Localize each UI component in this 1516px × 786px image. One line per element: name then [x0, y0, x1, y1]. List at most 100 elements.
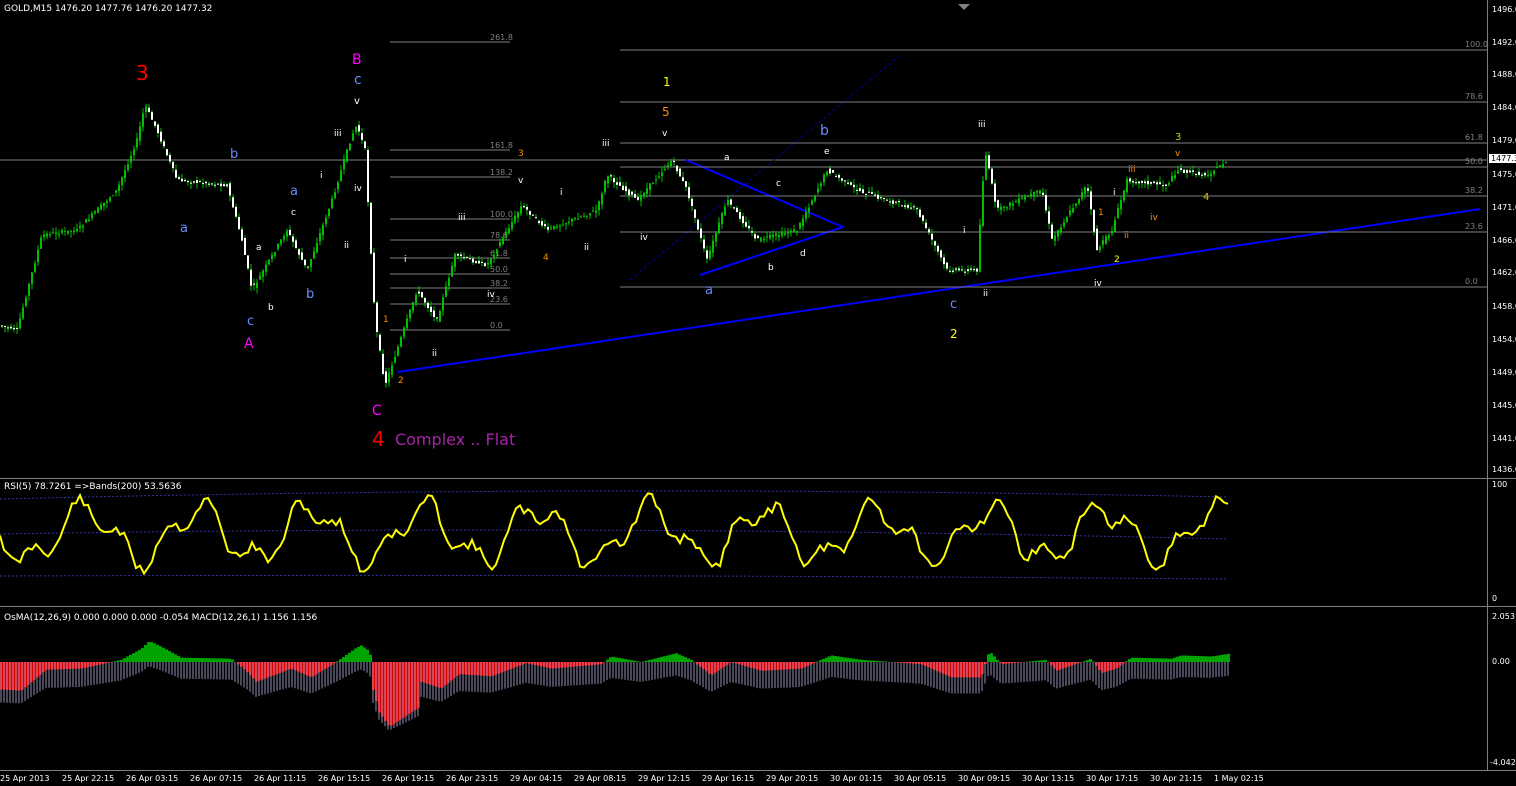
candle-body	[922, 215, 924, 221]
candle-body	[877, 194, 879, 199]
osma-bar	[615, 657, 618, 662]
candle-body	[271, 254, 273, 260]
chart-shift-marker-icon[interactable]	[958, 4, 970, 12]
triangle-upper-line[interactable]	[685, 159, 844, 228]
candle-body	[781, 231, 783, 236]
candle-body	[118, 184, 120, 191]
candle-body	[481, 261, 483, 263]
osma-bar	[354, 648, 357, 662]
candle-body	[178, 177, 180, 180]
candle-body	[103, 202, 105, 206]
wave-label: 3	[1175, 132, 1181, 143]
osma-bar	[663, 656, 666, 662]
wave-sublabel: a	[705, 283, 713, 298]
time-tick: 30 Apr 05:15	[894, 774, 947, 783]
osma-bar	[180, 657, 183, 662]
osma-bar	[162, 647, 165, 662]
candle-body	[853, 184, 855, 188]
wave-sublabel: 1	[383, 315, 389, 325]
candle-body	[994, 183, 996, 202]
fibonacci-small[interactable]: 261.8161.8138.2100.078.661.850.038.223.6…	[390, 33, 513, 331]
candle-body	[160, 131, 162, 142]
osma-bar	[1185, 655, 1188, 662]
candle-body	[916, 208, 918, 210]
time-tick: 29 Apr 16:15	[702, 774, 755, 783]
price-tick: 1488.0	[1492, 70, 1516, 79]
osma-bar	[654, 658, 657, 662]
candle-body	[1036, 190, 1038, 193]
wave-sublabel: iii	[458, 213, 466, 223]
wave-sublabel: iii	[602, 139, 610, 149]
candle-body	[226, 184, 228, 187]
wave-sublabel: ii	[983, 289, 988, 299]
osma-bar	[849, 658, 852, 662]
candle-body	[388, 372, 390, 383]
candle-body	[724, 206, 726, 216]
candle-body	[241, 229, 243, 241]
candle-body	[1153, 181, 1155, 184]
candle-body	[964, 271, 966, 273]
candle-body	[535, 217, 537, 219]
candle-body	[1096, 228, 1098, 251]
candle-body	[715, 233, 717, 242]
osma-bar	[114, 661, 117, 662]
candle-body	[457, 253, 459, 256]
wave-sublabel: b	[306, 287, 314, 302]
candle-body	[343, 159, 345, 170]
candle-body	[817, 188, 819, 193]
candle-body	[1213, 170, 1215, 174]
osma-bar	[1224, 654, 1227, 662]
candle-body	[403, 327, 405, 337]
candle-body	[634, 193, 636, 198]
candle-body	[895, 201, 897, 203]
osma-bar	[189, 657, 192, 662]
osma-macd-pane[interactable]	[0, 607, 1487, 769]
candle-body	[598, 201, 600, 211]
osma-bar	[1206, 656, 1209, 662]
osma-bar	[834, 655, 837, 662]
rsi-band-upper	[0, 490, 1229, 500]
osma-bar	[366, 649, 369, 662]
rsi-band-mid	[0, 529, 1229, 540]
rsi-axis-100: 100	[1492, 480, 1508, 489]
rsi-pane[interactable]	[0, 479, 1487, 605]
candle-body	[394, 356, 396, 363]
candle-body	[406, 318, 408, 329]
wave-sublabel: 4	[543, 253, 549, 263]
candle-body	[484, 263, 486, 267]
osma-bar	[204, 658, 207, 662]
candle-body	[874, 194, 876, 196]
candle-body	[856, 189, 858, 191]
price-chart[interactable]: 261.8161.8138.2100.078.661.850.038.223.6…	[0, 0, 1487, 478]
time-tick: 30 Apr 21:15	[1150, 774, 1203, 783]
candle-body	[988, 155, 990, 169]
osma-bar	[1191, 655, 1194, 662]
candle-body	[517, 212, 519, 218]
candle-body	[127, 164, 129, 170]
wave-labels: 3BcvAC4 Complex .. Flat15b234abcabcabiiii…	[136, 52, 1209, 451]
candle-body	[115, 190, 117, 193]
mt4-chart-window: 261.8 161.8 138.2 100.0 78.6 61.8 50.0 38.2 23.6…	[0, 0, 1516, 786]
candle-body	[76, 228, 78, 232]
trendline-lower[interactable]	[397, 208, 1481, 373]
osma-bar	[342, 656, 345, 662]
candle-body	[1222, 164, 1224, 167]
candle-body	[1111, 231, 1113, 234]
candle-body	[58, 234, 60, 236]
candle-body	[574, 218, 576, 220]
candle-body	[826, 171, 828, 176]
osma-bar	[171, 652, 174, 662]
candle-body	[601, 193, 603, 205]
candle-body	[604, 180, 606, 193]
candle-body	[1063, 222, 1065, 226]
candle-body	[319, 233, 321, 242]
osma-bar	[1149, 658, 1152, 662]
candle-body	[229, 183, 231, 196]
fibonacci-large[interactable]: 100.0 78.6 61.8 50.0 38.2 23.6 0.0	[620, 40, 1487, 288]
candle-body	[283, 236, 285, 240]
candle-body	[550, 227, 552, 229]
candle-body	[1072, 208, 1074, 213]
wave-sublabel: i	[963, 226, 966, 236]
time-tick: 26 Apr 11:15	[254, 774, 307, 783]
candle-body	[1078, 198, 1080, 204]
